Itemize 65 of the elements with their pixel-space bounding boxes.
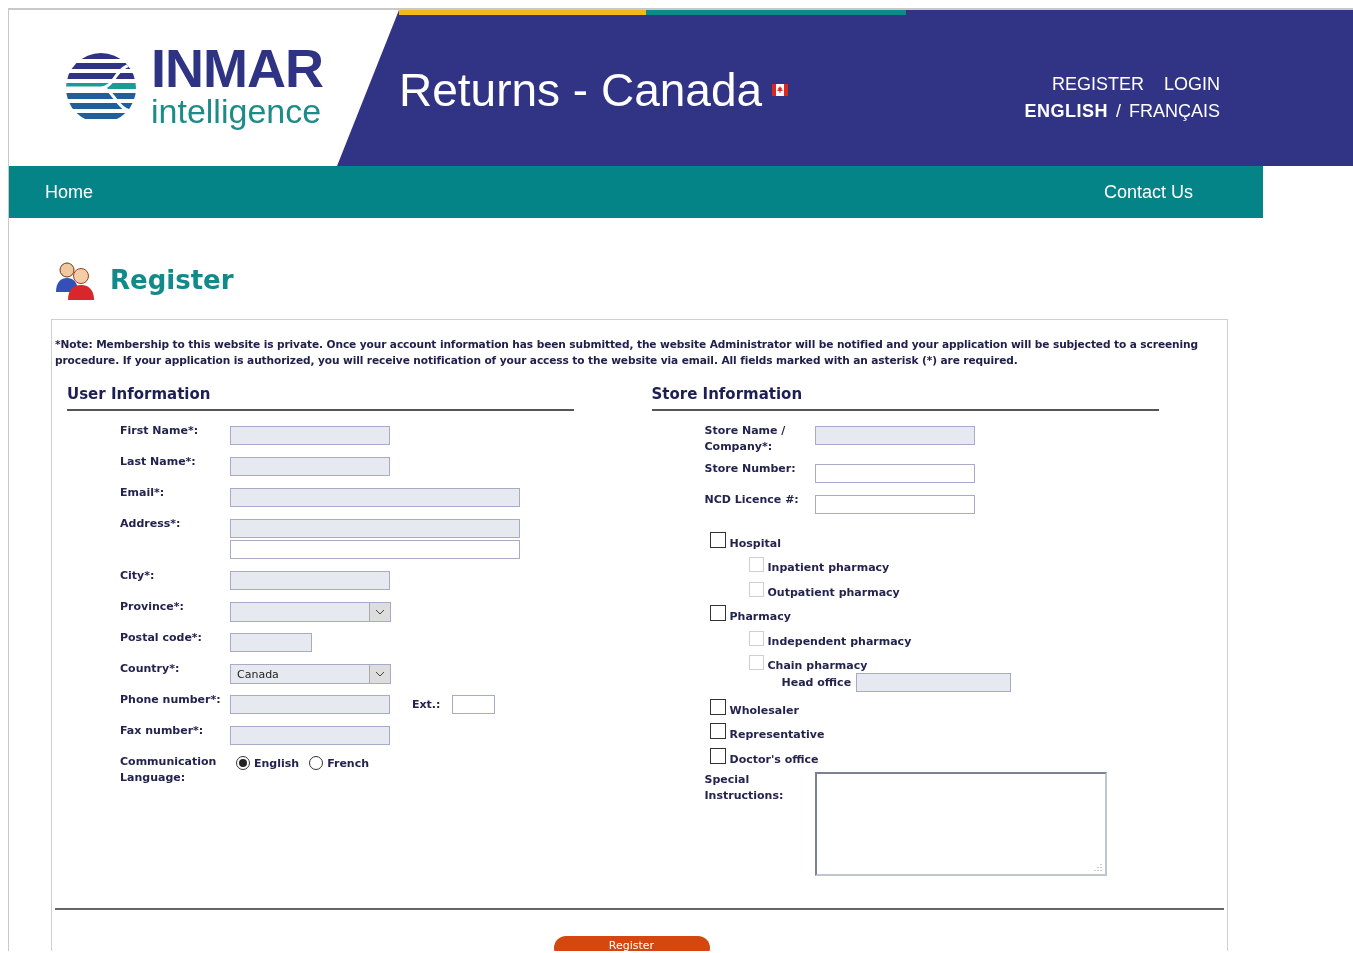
logo-wordmark: INMAR xyxy=(151,42,323,94)
address-input[interactable] xyxy=(230,519,520,538)
separator: / xyxy=(1115,100,1121,122)
radio-option[interactable]: French xyxy=(309,756,370,770)
field-label: Phone number*: xyxy=(120,692,222,708)
page-title: Register xyxy=(110,265,234,295)
phone-input[interactable] xyxy=(230,695,390,714)
language-link[interactable]: FRANÇAIS xyxy=(1129,100,1220,122)
field-label: City*: xyxy=(120,568,156,584)
logo-tagline: intelligence xyxy=(151,94,323,128)
checkbox[interactable] xyxy=(709,605,726,621)
checkbox-option[interactable]: Wholesaler xyxy=(704,692,1224,717)
field-label: Address*: xyxy=(120,516,182,532)
field-label: Store Number: xyxy=(704,461,797,477)
register-button[interactable]: Register xyxy=(553,935,710,951)
radio-option[interactable]: English xyxy=(236,756,300,770)
field-label: Communication Language: xyxy=(120,754,218,786)
header-link[interactable]: REGISTER xyxy=(1051,73,1144,95)
text-input[interactable] xyxy=(814,464,975,483)
section-title: User Information xyxy=(67,385,574,411)
checkbox[interactable] xyxy=(709,723,726,739)
nav-link[interactable]: Contact Us xyxy=(1103,181,1193,202)
field-label: Last Name*: xyxy=(120,454,197,470)
address-input[interactable] xyxy=(230,540,520,559)
caret-icon[interactable] xyxy=(375,609,385,615)
checkbox[interactable] xyxy=(709,531,726,548)
text-input[interactable] xyxy=(856,672,1012,692)
checkbox-option[interactable]: Pharmacy xyxy=(704,598,1224,623)
caret-icon[interactable] xyxy=(375,671,385,677)
text-input[interactable] xyxy=(814,495,975,514)
text-input[interactable] xyxy=(814,426,975,445)
section-title: Store Information xyxy=(651,385,1159,411)
text-input[interactable] xyxy=(230,426,390,445)
field-label: Special Instructions: xyxy=(704,771,785,804)
extension-input[interactable] xyxy=(452,695,496,714)
flag-icon xyxy=(772,83,789,96)
checkbox[interactable] xyxy=(709,698,726,715)
text-input[interactable] xyxy=(230,726,390,745)
text-input[interactable] xyxy=(230,488,520,507)
checkbox-option[interactable]: Doctor's office xyxy=(704,741,1224,766)
site-title: Returns - Canada xyxy=(399,62,763,117)
select-dropdown[interactable]: Canada xyxy=(230,664,391,684)
field-label: Ext.: xyxy=(412,698,441,711)
users-icon xyxy=(54,260,96,300)
checkbox[interactable] xyxy=(709,747,726,764)
field-label: NCD Licence #: xyxy=(704,492,800,508)
field-label: Country*: xyxy=(120,661,181,677)
field-label: Head office xyxy=(781,675,852,689)
nav-link[interactable]: Home xyxy=(45,181,93,202)
resize-grip-icon[interactable] xyxy=(1093,862,1102,871)
checkbox-option[interactable]: Representative xyxy=(704,716,1224,741)
language-link[interactable]: ENGLISH xyxy=(1024,100,1108,122)
note-text: *Note: Membership to this website is private. Once your account information has been submitted, the website Administrator will be notified and your application will be subjected to a screening procedure. If your application is authorized, you will receive notification of your access to the website via email. All fields marked with an asterisk (*) are required. xyxy=(55,337,1199,368)
checkbox-option[interactable]: Hospital xyxy=(704,525,1224,550)
text-input[interactable] xyxy=(230,633,312,652)
field-label: Fax number*: xyxy=(120,723,205,739)
header-link[interactable]: LOGIN xyxy=(1164,73,1220,95)
field-label: Postal code*: xyxy=(120,630,203,646)
field-label: Province*: xyxy=(120,599,185,615)
instructions-textarea[interactable] xyxy=(814,771,1107,876)
field-label: First Name*: xyxy=(120,423,200,439)
field-label: Email*: xyxy=(120,485,166,501)
text-input[interactable] xyxy=(230,571,390,590)
text-input[interactable] xyxy=(230,457,390,476)
field-label: Store Name / Company*: xyxy=(704,423,787,455)
